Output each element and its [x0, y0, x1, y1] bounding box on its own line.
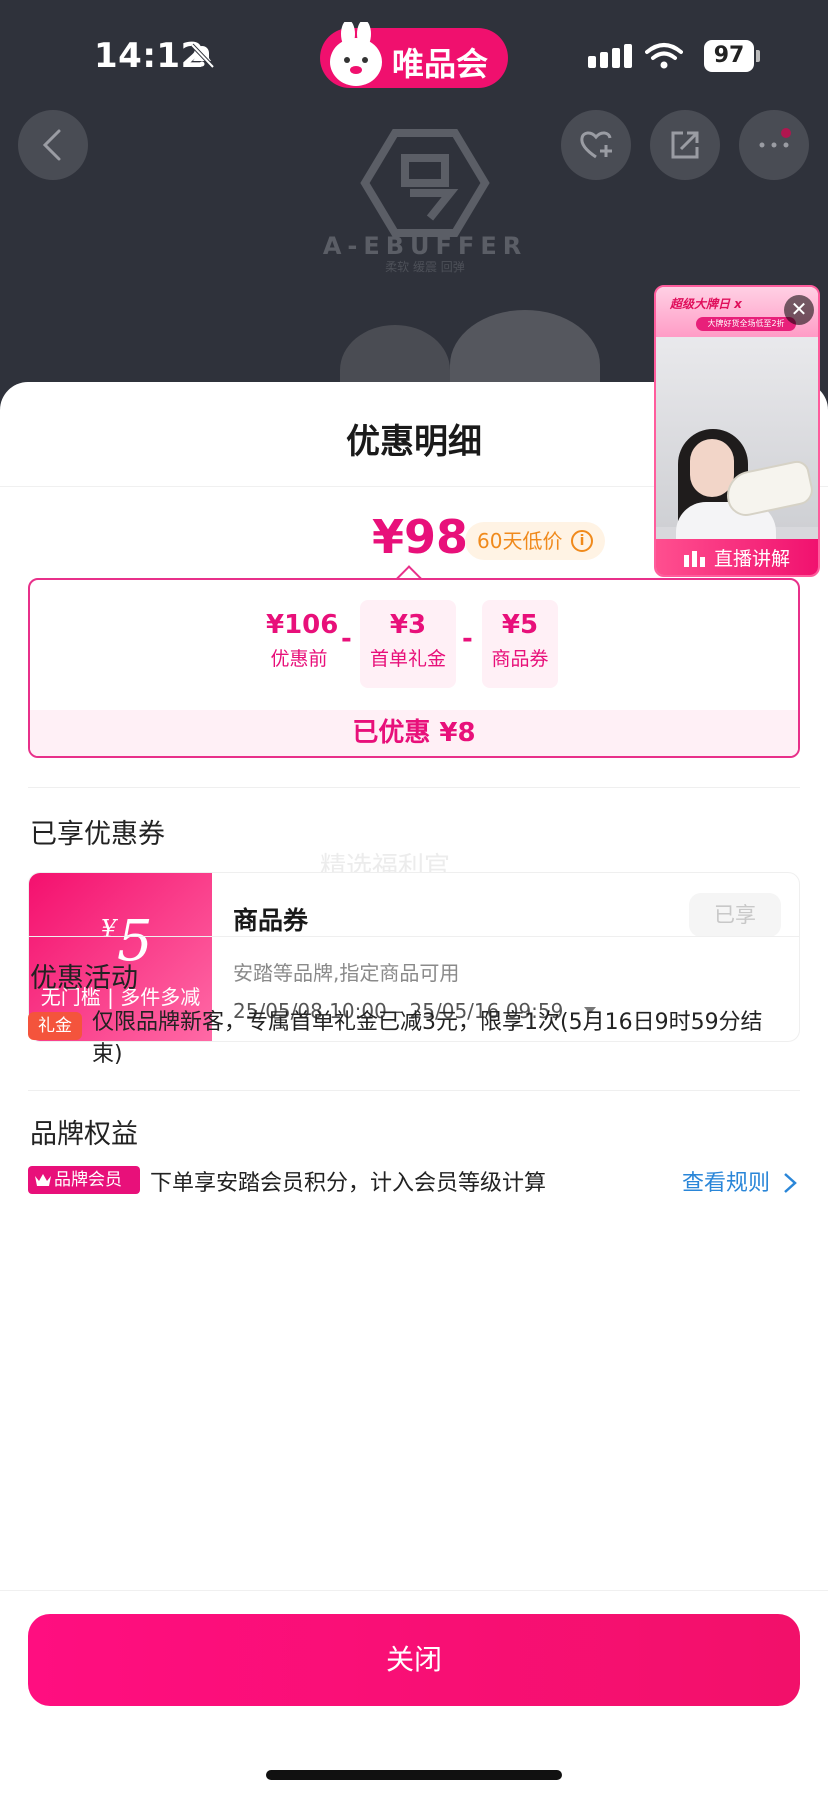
divider: [0, 1590, 828, 1591]
divider: [28, 787, 800, 788]
live-banner-title: 超级大牌日 x: [670, 297, 742, 311]
product-coupon-chip: ¥5 商品券: [482, 600, 558, 688]
minus-operator: -: [341, 624, 352, 654]
brand-logo-text: A-EBUFFER: [322, 232, 528, 260]
coupon-amount: ¥5: [501, 610, 539, 640]
share-icon: [671, 131, 699, 159]
brand-member-tag: 品牌会员: [28, 1166, 140, 1194]
live-video-frame: [656, 337, 818, 575]
coupon-currency: ¥: [101, 915, 117, 943]
info-icon[interactable]: i: [571, 530, 593, 552]
share-button[interactable]: [650, 110, 720, 180]
brand-pill[interactable]: 唯品会: [320, 22, 508, 88]
crown-icon: [35, 1174, 51, 1186]
activity-description: 仅限品牌新客，专属首单礼金已减3元，限享1次(5月16日9时59分结束): [92, 1010, 763, 1067]
live-bars-icon: [684, 551, 706, 567]
chevron-right-icon[interactable]: [782, 1172, 798, 1194]
bell-muted-icon: [190, 43, 215, 69]
original-amount: ¥106: [266, 610, 339, 640]
brand-logo-icon: [360, 129, 490, 237]
back-icon: [42, 129, 61, 161]
total-saved: 已优惠 ¥8: [30, 710, 798, 756]
live-explain-label: 直播讲解: [714, 548, 791, 570]
back-button[interactable]: [18, 110, 88, 180]
discount-detail-sheet: 优惠明细 ¥98 60天低价 i ¥106 优惠前 - ¥3 首单礼金 - ¥5…: [0, 382, 828, 1795]
coupon-name: 商品券: [233, 906, 309, 935]
price-breakdown: ¥106 优惠前 - ¥3 首单礼金 - ¥5 商品券 已优惠 ¥8: [28, 578, 800, 758]
live-explain-bar[interactable]: 直播讲解: [656, 539, 818, 575]
home-indicator[interactable]: [266, 1770, 562, 1780]
low-price-label: 60天低价: [477, 529, 563, 553]
view-rules-link[interactable]: 查看规则: [682, 1165, 770, 1197]
low-price-badge[interactable]: 60天低价 i: [465, 522, 605, 560]
favorite-add-icon: [580, 131, 612, 159]
brand-member-label: 品牌会员: [54, 1170, 122, 1190]
brand-benefit-text: 下单享安踏会员积分，计入会员等级计算: [150, 1171, 547, 1196]
more-button[interactable]: [739, 110, 809, 180]
gift-label: 首单礼金: [369, 648, 446, 670]
final-price: ¥98: [372, 510, 469, 564]
activity-section-title: 优惠活动: [30, 963, 138, 994]
coupons-section-title: 已享优惠券: [30, 819, 165, 850]
close-button[interactable]: 关闭: [28, 1614, 800, 1706]
brand-section-title: 品牌权益: [30, 1119, 138, 1150]
divider: [28, 1090, 800, 1091]
original-price: ¥106 优惠前: [266, 600, 339, 688]
wifi-icon: [645, 43, 683, 69]
coupon-status-badge: 已享: [689, 893, 781, 937]
minus-operator: -: [462, 624, 473, 654]
rabbit-mascot-icon: [330, 22, 382, 86]
divider: [28, 936, 800, 937]
battery-tip: [756, 50, 760, 62]
first-order-gift-chip: ¥3 首单礼金: [360, 600, 456, 688]
coupon-label: 商品券: [491, 648, 549, 670]
gift-tag: 礼金: [28, 1012, 82, 1040]
gift-amount: ¥3: [389, 610, 427, 640]
favorite-button[interactable]: [561, 110, 631, 180]
more-icon: [759, 128, 791, 148]
brand-logo-subtitle: 柔软 缓震 回弹: [385, 260, 465, 274]
close-icon[interactable]: ✕: [784, 295, 814, 325]
original-label: 优惠前: [270, 648, 328, 670]
status-bar: 14:12 唯品会 97: [0, 0, 828, 110]
live-stream-card[interactable]: 超级大牌日 x 大牌好货全场低至2折 ✕ 直播讲解: [654, 285, 820, 577]
battery-icon: 97: [704, 40, 754, 72]
live-banner-subtitle: 大牌好货全场低至2折: [696, 317, 796, 331]
coupon-description: 安踏等品牌,指定商品可用: [233, 961, 460, 985]
brand-name: 唯品会: [392, 45, 489, 83]
